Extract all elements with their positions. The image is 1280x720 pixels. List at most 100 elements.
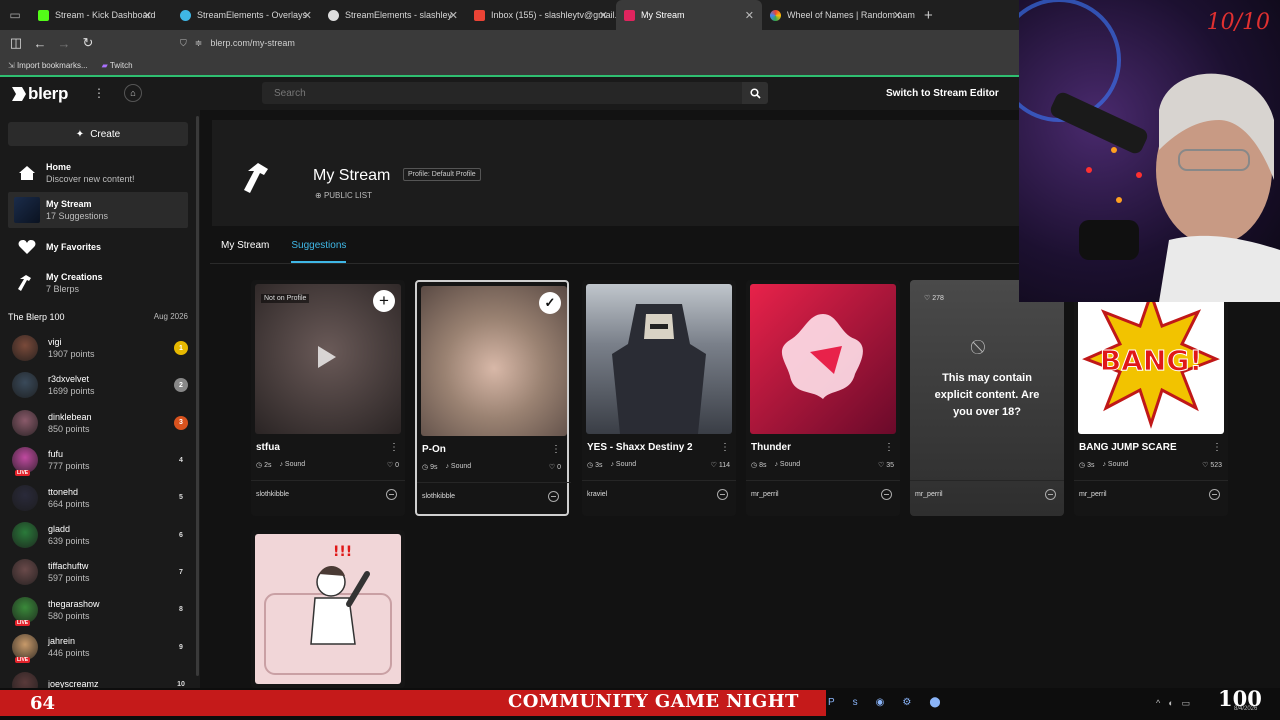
nav-subtitle: 7 Blerps <box>46 284 80 294</box>
blerp-card-selected[interactable]: ✓ P-On ⋮ ◷ 9s ♪ Sound ♡ 0 slothkibble <box>415 280 571 516</box>
new-tab-icon[interactable]: + <box>924 7 933 24</box>
remove-icon[interactable] <box>881 489 892 500</box>
leaderboard-row[interactable]: LIVE jahrein 446 points 9 <box>12 629 188 665</box>
remove-icon[interactable] <box>386 489 397 500</box>
card-menu-icon[interactable]: ⋮ <box>720 442 730 453</box>
remove-icon[interactable] <box>717 489 728 500</box>
avatar[interactable]: LIVE <box>12 447 38 477</box>
browser-tab[interactable]: Stream - Kick Dashboard ✕ <box>30 0 160 30</box>
leaderboard-row[interactable]: joeyscreamz 10 <box>12 667 188 688</box>
close-icon[interactable]: ✕ <box>143 9 152 22</box>
tab-actions-icon[interactable]: ▭ <box>0 0 30 30</box>
reload-icon[interactable]: ↻ <box>76 35 100 51</box>
leaderboard-row[interactable]: r3dxvelvet 1699 points 2 <box>12 367 188 403</box>
forward-icon[interactable]: → <box>52 36 76 51</box>
card-username[interactable]: slothkibble <box>256 491 289 498</box>
browser-tab[interactable]: StreamElements - Overlays ✕ <box>172 0 320 30</box>
create-label: Create <box>90 128 121 140</box>
add-icon[interactable]: + <box>373 290 395 312</box>
blerp-card[interactable]: Not on Profile + stfua ⋮ ◷ 2s ♪ Sound ♡ 0… <box>251 280 405 516</box>
leaderboard-row[interactable]: vigi 1907 points 1 <box>12 330 188 366</box>
leaderboard-row[interactable]: ttonehd 664 points 5 <box>12 480 188 516</box>
browser-tab[interactable]: StreamElements - slashley ✕ <box>320 0 466 30</box>
url-field[interactable]: ⛉ ≑ blerp.com/my-stream <box>180 38 295 49</box>
avatar[interactable] <box>12 484 38 511</box>
avatar[interactable] <box>12 522 38 548</box>
card-username[interactable]: mr_perril <box>751 491 779 498</box>
avatar[interactable] <box>12 372 38 399</box>
checkmark-icon[interactable]: ✓ <box>539 292 561 314</box>
sidebar-item-creations[interactable]: My Creations 7 Blerps <box>8 265 188 301</box>
leaderboard-row[interactable]: tiffachuftw 597 points 7 <box>12 554 188 590</box>
blerp-logo[interactable]: blerp <box>8 84 68 104</box>
sidebar-item-my-stream[interactable]: My Stream 17 Suggestions <box>8 192 188 228</box>
gmail-favicon-icon <box>474 9 485 21</box>
browser-tab[interactable]: Wheel of Names | Random nam ✕ <box>762 0 915 30</box>
explicit-warning-text[interactable]: This may contain explicit content. Are y… <box>924 370 1050 421</box>
card-thumbnail[interactable]: Not on Profile + <box>255 284 401 434</box>
blerp-card[interactable]: BANG! BANG JUMP SCARE ⋮ ◷ 3s ♪ Sound ♡ 52… <box>1074 280 1228 516</box>
tab-my-stream[interactable]: My Stream <box>221 240 269 263</box>
close-icon[interactable]: ✕ <box>449 9 458 22</box>
blerp-card[interactable]: YES - Shaxx Destiny 2 ⋮ ◷ 3s ♪ Sound ♡ 11… <box>582 280 736 516</box>
leaderboard-row[interactable]: gladd 639 points 6 <box>12 517 188 553</box>
page-info-icon[interactable]: ≑ <box>195 38 203 49</box>
avatar[interactable] <box>12 559 38 586</box>
home-icon[interactable]: ⌂ <box>124 84 142 102</box>
search-button[interactable] <box>742 82 768 104</box>
tab-suggestions[interactable]: Suggestions <box>291 240 347 263</box>
card-thumbnail[interactable]: BANG! <box>1078 284 1224 434</box>
browser-tab-active[interactable]: My Stream ✕ <box>616 0 762 30</box>
more-icon[interactable]: ⋮ <box>93 86 105 100</box>
close-icon[interactable]: ✕ <box>303 9 312 22</box>
bookmark-twitch[interactable]: ▰ Twitch <box>102 61 133 70</box>
avatar[interactable]: LIVE <box>12 634 38 664</box>
avatar[interactable] <box>12 335 38 361</box>
switch-stream-editor-button[interactable]: Switch to Stream Editor <box>886 88 999 99</box>
avatar[interactable] <box>12 409 38 436</box>
card-thumbnail[interactable]: !!! <box>255 534 401 684</box>
nav-title: My Stream <box>46 199 92 209</box>
create-button[interactable]: ✦ Create <box>8 122 188 146</box>
card-duration: 9s <box>430 464 438 471</box>
close-icon[interactable]: ✕ <box>745 9 754 22</box>
card-thumbnail[interactable]: ✓ <box>421 286 567 436</box>
bookmark-import[interactable]: ⇲ Import bookmarks... <box>8 61 88 70</box>
leaderboard-row[interactable]: LIVE fufu 777 points 4 <box>12 442 188 478</box>
card-username[interactable]: kraviel <box>587 491 607 498</box>
card-menu-icon[interactable]: ⋮ <box>389 442 399 453</box>
profile-badge[interactable]: Profile: Default Profile <box>403 168 481 181</box>
leaderboard-row[interactable]: dinklebean 850 points 3 <box>12 405 188 441</box>
search-input[interactable]: Search <box>262 82 768 104</box>
blerp-card[interactable]: Thunder ⋮ ◷ 8s ♪ Sound ♡ 35 mr_perril <box>746 280 900 516</box>
avatar[interactable]: LIVE <box>12 596 38 626</box>
card-menu-icon[interactable]: ⋮ <box>884 442 894 453</box>
blerp-card[interactable]: !!! <box>251 530 405 688</box>
leaderboard-row[interactable]: LIVE thegarashow 580 points 8 <box>12 592 188 628</box>
sidebar-toggle-icon[interactable]: ◫ <box>4 35 28 51</box>
card-username[interactable]: mr_perril <box>1079 491 1107 498</box>
svg-text:!!!: !!! <box>333 544 352 560</box>
remove-icon[interactable] <box>1209 489 1220 500</box>
back-icon[interactable]: ← <box>28 36 52 51</box>
card-menu-icon[interactable]: ⋮ <box>551 444 561 455</box>
card-thumbnail[interactable] <box>586 284 732 434</box>
blerp-card-explicit[interactable]: ♡ 278 ⃠ This may contain explicit conten… <box>910 280 1064 516</box>
remove-icon[interactable] <box>548 491 559 502</box>
card-username[interactable]: slothkibble <box>422 493 455 500</box>
card-divider <box>746 480 900 481</box>
browser-tab[interactable]: Inbox (155) - slashleytv@gmail. ✕ <box>466 0 617 30</box>
rank-badge: 4 <box>179 456 183 464</box>
play-icon[interactable] <box>318 346 336 368</box>
card-type: Sound <box>450 463 472 470</box>
avatar[interactable] <box>12 671 38 688</box>
close-icon[interactable]: ✕ <box>893 9 902 22</box>
card-thumbnail[interactable] <box>750 284 896 434</box>
sidebar-item-home[interactable]: Home Discover new content! <box>8 155 188 191</box>
sidebar-scrollbar[interactable] <box>196 116 199 676</box>
close-icon[interactable]: ✕ <box>599 9 608 22</box>
card-username[interactable]: mr_perril <box>915 491 943 498</box>
card-menu-icon[interactable]: ⋮ <box>1212 442 1222 453</box>
remove-icon[interactable] <box>1045 489 1056 500</box>
sidebar-item-favorites[interactable]: My Favorites <box>8 229 188 265</box>
